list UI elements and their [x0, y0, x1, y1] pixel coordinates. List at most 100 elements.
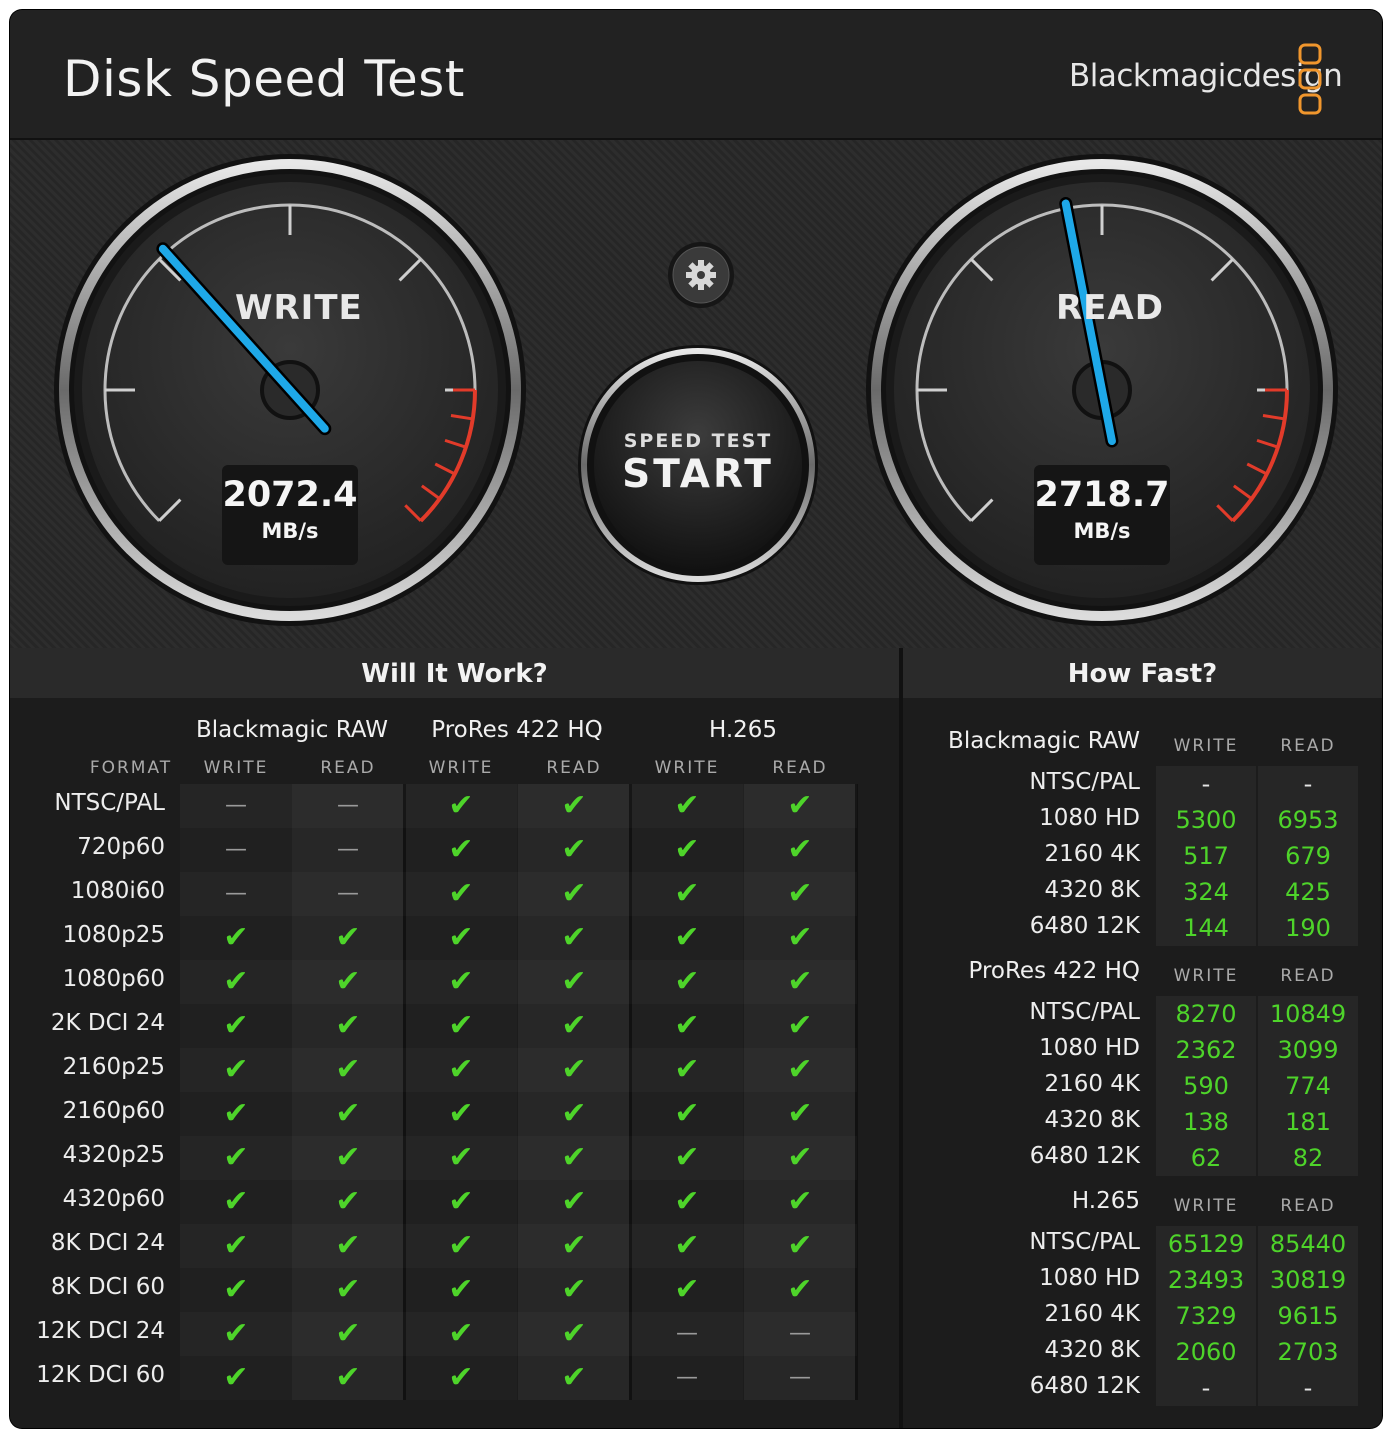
check-icon: ✔ [448, 1140, 474, 1175]
resolution-label: NTSC/PAL [1029, 1229, 1140, 1255]
read-readout: 2718.7 MB/s [1034, 465, 1170, 565]
speed-test-start-button[interactable] [603, 370, 793, 560]
write-fps-value: 324 [1183, 878, 1229, 906]
check-icon: ✔ [448, 1052, 474, 1087]
format-label: 8K DCI 60 [50, 1274, 165, 1300]
check-icon: ✔ [335, 920, 361, 955]
read-fps-value: 30819 [1269, 1266, 1347, 1294]
write-readout: 2072.4 MB/s [222, 465, 358, 565]
resolution-label: 1080 HD [1039, 1265, 1140, 1291]
dash-icon: — [337, 881, 359, 906]
check-icon: ✔ [448, 964, 474, 999]
check-icon: ✔ [674, 832, 700, 867]
check-icon: ✔ [674, 1008, 700, 1043]
check-icon: ✔ [223, 1008, 249, 1043]
resolution-label: NTSC/PAL [1029, 769, 1140, 795]
dash-icon: — [225, 881, 247, 906]
resolution-label: 4320 8K [1044, 1337, 1140, 1363]
check-icon: ✔ [674, 1228, 700, 1263]
check-icon: ✔ [674, 1052, 700, 1087]
check-icon: ✔ [674, 964, 700, 999]
results-area: Will It Work? How Fast? Blackmagic RAW Pr… [10, 648, 1382, 1428]
how-fast-header: How Fast? [903, 648, 1382, 698]
read-fps-value: 10849 [1269, 1000, 1347, 1028]
resolution-label: 2160 4K [1044, 841, 1140, 867]
check-icon: ✔ [561, 920, 587, 955]
read-speed-value: 2718.7 [1034, 475, 1170, 515]
format-label: 720p60 [77, 834, 165, 860]
check-icon: ✔ [335, 1008, 361, 1043]
format-label: 2160p25 [62, 1054, 165, 1080]
read-fps-value: 425 [1285, 878, 1331, 906]
check-icon: ✔ [787, 964, 813, 999]
format-label: 2K DCI 24 [50, 1010, 165, 1036]
check-icon: ✔ [335, 1360, 361, 1395]
resolution-label: 4320 8K [1044, 1107, 1140, 1133]
check-icon: ✔ [561, 1360, 587, 1395]
dash-icon: — [225, 793, 247, 818]
write-gauge-label: WRITE [235, 288, 363, 328]
blackmagic-logo-icon [1298, 43, 1322, 115]
check-icon: ✔ [448, 832, 474, 867]
format-label: 2160p60 [62, 1098, 165, 1124]
check-icon: ✔ [335, 1316, 361, 1351]
read-fps-value: 3099 [1277, 1036, 1339, 1064]
app-window: ✕ Disk Speed Test Blackmagicdesign [10, 10, 1382, 1428]
read-fps-value: 679 [1285, 842, 1331, 870]
check-icon: ✔ [674, 1272, 700, 1307]
check-icon: ✔ [561, 788, 587, 823]
write-column-header: WRITE [1173, 966, 1239, 986]
check-icon: ✔ [561, 1052, 587, 1087]
title-bar: Disk Speed Test Blackmagicdesign [10, 10, 1382, 140]
check-icon: ✔ [787, 876, 813, 911]
read-fps-value: 190 [1285, 914, 1331, 942]
check-icon: ✔ [223, 964, 249, 999]
dash-icon: — [676, 1321, 698, 1346]
check-icon: ✔ [448, 1184, 474, 1219]
read-fps-value: - [1303, 770, 1313, 798]
codec-header: ProRes 422 HQ [431, 717, 603, 743]
codec-header: Blackmagic RAW [196, 717, 388, 743]
check-icon: ✔ [787, 788, 813, 823]
read-column-header: READ [1280, 1196, 1336, 1216]
resolution-label: 6480 12K [1029, 913, 1140, 939]
check-icon: ✔ [223, 1228, 249, 1263]
check-icon: ✔ [787, 1228, 813, 1263]
write-speed-value: 2072.4 [222, 475, 358, 515]
read-gauge-label: READ [1056, 288, 1164, 328]
resolution-label: 1080 HD [1039, 1035, 1140, 1061]
read-column-header: READ [1280, 966, 1336, 986]
check-icon: ✔ [561, 876, 587, 911]
write-column-header: WRITE [654, 758, 720, 778]
check-icon: ✔ [448, 920, 474, 955]
check-icon: ✔ [787, 920, 813, 955]
resolution-label: 2160 4K [1044, 1301, 1140, 1327]
check-icon: ✔ [448, 1316, 474, 1351]
check-icon: ✔ [787, 1052, 813, 1087]
check-icon: ✔ [674, 1096, 700, 1131]
panel-divider [899, 648, 903, 1428]
resolution-label: 6480 12K [1029, 1373, 1140, 1399]
check-icon: ✔ [561, 964, 587, 999]
will-it-work-header: Will It Work? [10, 648, 899, 698]
check-icon: ✔ [223, 1272, 249, 1307]
check-icon: ✔ [787, 1096, 813, 1131]
gauge-panel: WRITE READ 2072.4 MB/s 2718.7 MB/s SPEED… [10, 140, 1382, 648]
write-column-header: WRITE [428, 758, 494, 778]
settings-button[interactable] [670, 244, 732, 306]
check-icon: ✔ [223, 1096, 249, 1131]
check-icon: ✔ [223, 1140, 249, 1175]
check-icon: ✔ [561, 1096, 587, 1131]
dash-icon: — [789, 1365, 811, 1390]
format-label: 1080p60 [62, 966, 165, 992]
check-icon: ✔ [561, 1008, 587, 1043]
read-fps-value: 6953 [1277, 806, 1339, 834]
dash-icon: — [337, 837, 359, 862]
resolution-label: 6480 12K [1029, 1143, 1140, 1169]
read-column-header: READ [1280, 736, 1336, 756]
check-icon: ✔ [223, 1184, 249, 1219]
codec-group-header: H.265 [1071, 1188, 1140, 1214]
format-column-header: FORMAT [89, 758, 173, 778]
check-icon: ✔ [674, 876, 700, 911]
format-label: 4320p60 [62, 1186, 165, 1212]
